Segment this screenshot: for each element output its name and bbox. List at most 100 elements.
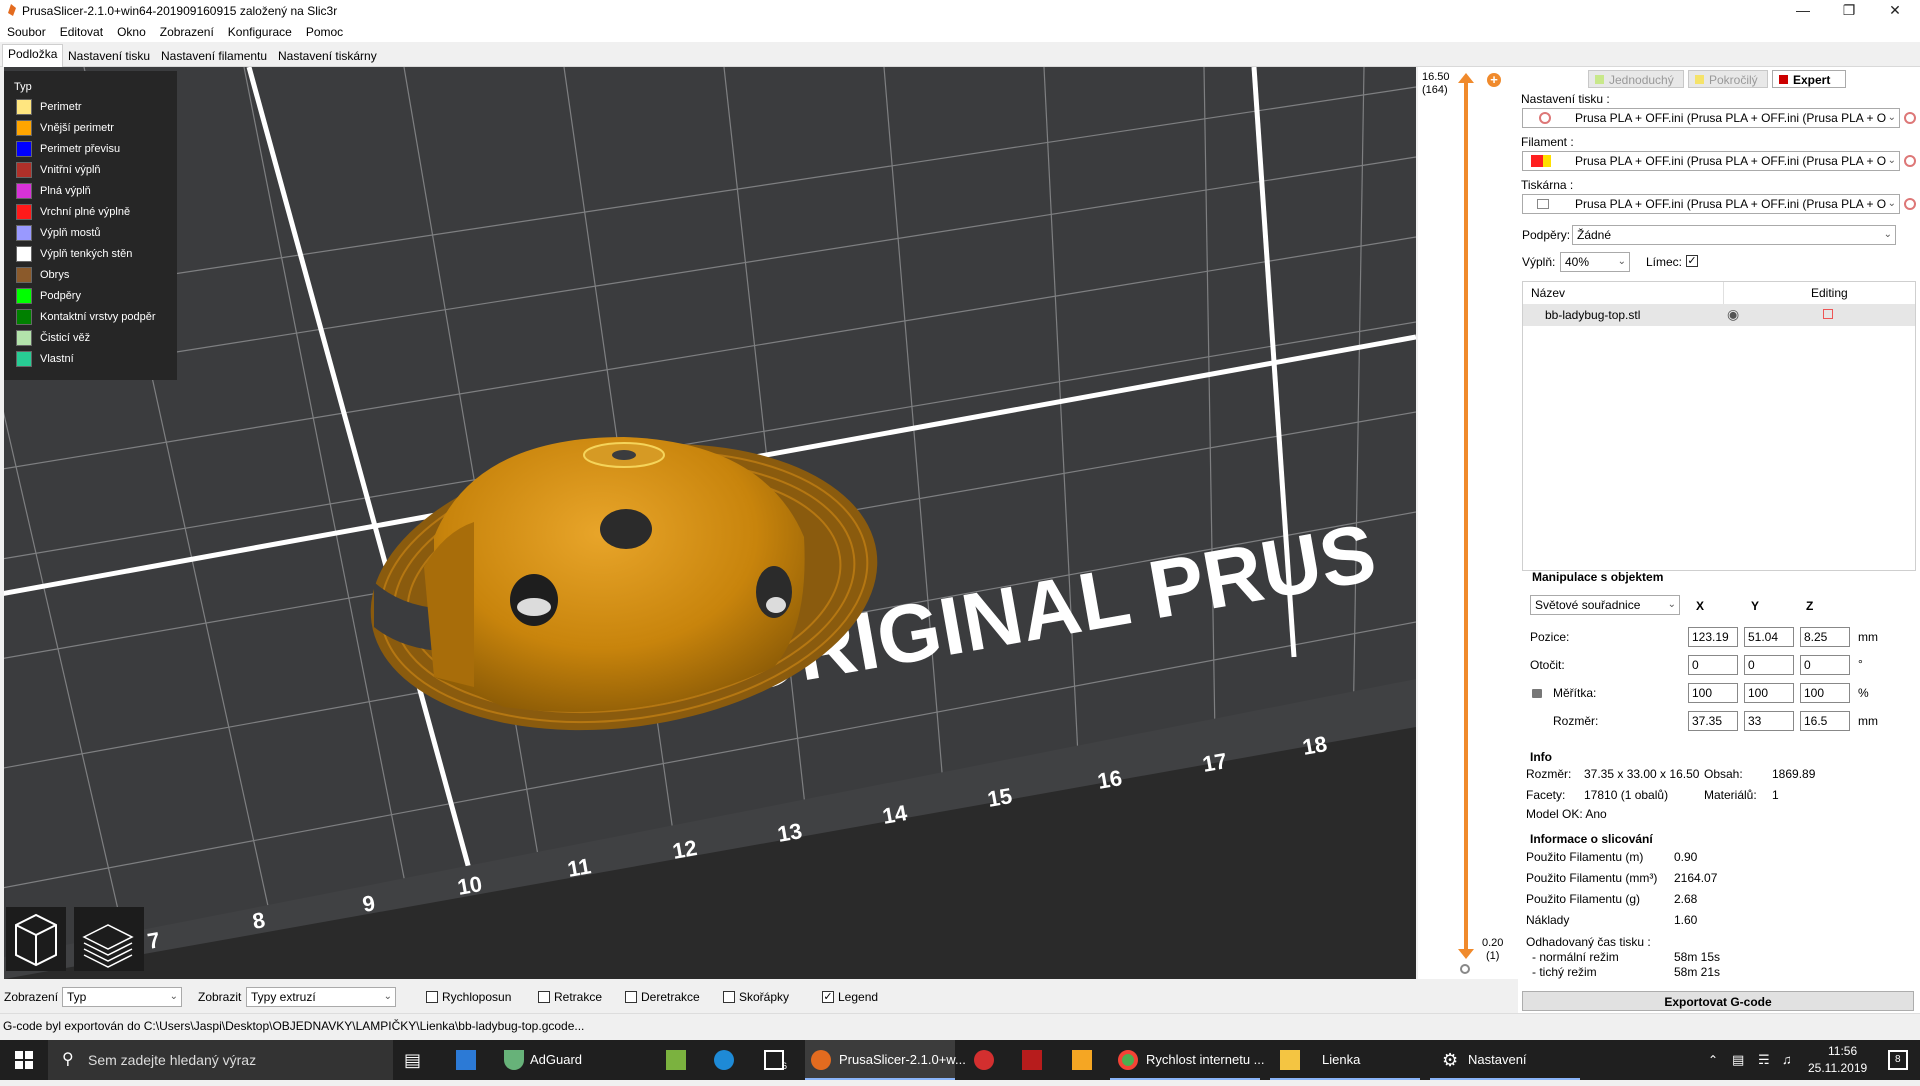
filament-preset-edit-icon[interactable]	[1904, 155, 1916, 167]
size-y-field[interactable]: 33	[1744, 711, 1794, 731]
retractions-checkbox[interactable]	[538, 991, 550, 1003]
position-z-field[interactable]: 8.25	[1800, 627, 1850, 647]
tab-filament-settings[interactable]: Nastavení filamentu	[155, 46, 273, 66]
mode-advanced-button[interactable]: Pokročilý	[1688, 70, 1768, 88]
edit-settings-icon[interactable]	[1823, 309, 1833, 319]
lock-icon[interactable]	[1532, 689, 1542, 698]
legend-swatch	[16, 288, 32, 304]
app-icon[interactable]	[1072, 1050, 1092, 1070]
add-color-change-icon[interactable]: +	[1487, 73, 1501, 87]
position-y-field[interactable]: 51.04	[1744, 627, 1794, 647]
printer-preset-edit-icon[interactable]	[1904, 198, 1916, 210]
tab-plater[interactable]: Podložka	[2, 44, 64, 67]
scale-z-field[interactable]: 100	[1800, 683, 1850, 703]
scale-x-field[interactable]: 100	[1688, 683, 1738, 703]
object-list-header: Název Editing	[1523, 282, 1915, 305]
print-preset-combo[interactable]: Prusa PLA + OFF.ini (Prusa PLA + OFF.ini…	[1522, 108, 1900, 128]
task-view-icon[interactable]: ▤	[404, 1040, 421, 1080]
column-name[interactable]: Název	[1531, 286, 1565, 300]
network-icon[interactable]: ▤	[1732, 1040, 1744, 1080]
supports-combo[interactable]: Žádné ⌄	[1572, 225, 1896, 245]
chrome-icon	[1118, 1050, 1138, 1070]
export-gcode-button[interactable]: Exportovat G-code	[1522, 991, 1914, 1011]
restore-button[interactable]: ❐	[1826, 0, 1872, 22]
app-icon[interactable]	[1022, 1050, 1042, 1070]
size-x-field[interactable]: 37.35	[1688, 711, 1738, 731]
taskbar-app-explorer[interactable]: Lienka	[1270, 1040, 1420, 1080]
slider-settings-icon[interactable]	[1460, 964, 1470, 974]
taskbar-search-box[interactable]: ⚲ Sem zadejte hledaný výraz	[48, 1040, 393, 1080]
layer-slider-top-thumb[interactable]	[1458, 73, 1474, 83]
eye-icon[interactable]: ◉	[1727, 306, 1739, 323]
store-icon[interactable]	[456, 1050, 476, 1070]
position-x-field[interactable]: 123.19	[1688, 627, 1738, 647]
chevron-up-icon[interactable]: ⌃	[1708, 1040, 1718, 1080]
minimize-button[interactable]: —	[1780, 0, 1826, 22]
column-editing[interactable]: Editing	[1811, 286, 1848, 300]
legend-panel: Typ Perimetr Vnější perimetr Perimetr přev…	[4, 71, 177, 380]
wifi-icon[interactable]: ☴	[1758, 1040, 1770, 1080]
shells-checkbox[interactable]	[723, 991, 735, 1003]
filament-color-icon[interactable]	[1531, 155, 1543, 167]
rotation-x-field[interactable]: 0	[1688, 655, 1738, 675]
mode-simple-button[interactable]: Jednoduchý	[1588, 70, 1684, 88]
view-type-combo[interactable]: Typ ⌄	[62, 987, 182, 1007]
info-volume-label: Obsah:	[1704, 767, 1743, 781]
chevron-down-icon: ⌄	[1887, 155, 1896, 166]
view-cube-iso-icon[interactable]	[6, 907, 66, 971]
app-icon[interactable]	[666, 1050, 686, 1070]
start-button[interactable]	[0, 1040, 48, 1080]
rotation-y-field[interactable]: 0	[1744, 655, 1794, 675]
legend-checkbox[interactable]: ✓	[822, 991, 834, 1003]
adguard-icon	[504, 1050, 524, 1070]
taskbar-app-adguard[interactable]: AdGuard	[496, 1040, 641, 1080]
volume-icon[interactable]: ♫	[1782, 1040, 1792, 1080]
silent-mode-label: - tichý režim	[1532, 965, 1597, 979]
preview-toolbar: Zobrazení Typ ⌄ Zobrazit Typy extruzí ⌄ Ry…	[0, 980, 1518, 1013]
layer-slider-track[interactable]	[1464, 77, 1468, 952]
brim-checkbox[interactable]: ✓	[1686, 255, 1698, 267]
infill-combo[interactable]: 40% ⌄	[1560, 252, 1630, 272]
object-list-row[interactable]: bb-ladybug-top.stl ◉	[1523, 304, 1915, 326]
taskbar-app-chrome[interactable]: Rychlost internetu ...	[1110, 1040, 1265, 1080]
filament-used-mm3-label: Použito Filamentu (mm³)	[1526, 871, 1658, 885]
taskbar-app-settings[interactable]: ⚙ Nastavení	[1430, 1040, 1580, 1080]
menu-pomoc[interactable]: Pomoc	[299, 22, 350, 39]
bed-ruler-label: 17	[1201, 748, 1229, 777]
deretractions-checkbox[interactable]	[625, 991, 637, 1003]
filament-preset-combo[interactable]: Prusa PLA + OFF.ini (Prusa PLA + OFF.ini…	[1522, 151, 1900, 171]
slice-info-title: Informace o slicování	[1530, 832, 1653, 846]
mode-expert-button[interactable]: Expert	[1772, 70, 1846, 88]
coordinate-system-combo[interactable]: Světové souřadnice ⌄	[1530, 595, 1680, 615]
notification-center[interactable]: 8	[1878, 1040, 1918, 1080]
printer-preset-combo[interactable]: Prusa PLA + OFF.ini (Prusa PLA + OFF.ini…	[1522, 194, 1900, 214]
info-volume-value: 1869.89	[1772, 767, 1816, 781]
size-z-field[interactable]: 16.5	[1800, 711, 1850, 731]
travel-checkbox[interactable]	[426, 991, 438, 1003]
menu-soubor[interactable]: Soubor	[0, 22, 53, 39]
rotation-z-field[interactable]: 0	[1800, 655, 1850, 675]
close-button[interactable]: ✕	[1872, 0, 1918, 22]
mail-app[interactable]: 6	[760, 1040, 800, 1080]
app-icon[interactable]	[974, 1050, 994, 1070]
print-bed-canvas[interactable]: 7 8 9 10 11 12 13 14 15 16 17 18 ORIGINA…	[4, 67, 1416, 979]
legend-label: Vnější perimetr	[40, 122, 114, 134]
menu-zobrazeni[interactable]: Zobrazení	[153, 22, 221, 39]
supports-value: Žádné	[1577, 228, 1612, 242]
tab-print-settings[interactable]: Nastavení tisku	[62, 46, 156, 66]
filament-preset-value: Prusa PLA + OFF.ini (Prusa PLA + OFF.ini…	[1575, 154, 1887, 168]
edge-icon[interactable]	[714, 1050, 734, 1070]
3d-viewport[interactable]: 7 8 9 10 11 12 13 14 15 16 17 18 ORIGINA…	[4, 67, 1416, 979]
layer-slider-bottom-thumb[interactable]	[1458, 949, 1474, 959]
show-extrusion-combo[interactable]: Typy extruzí ⌄	[246, 987, 396, 1007]
cost-label: Náklady	[1526, 913, 1570, 927]
clock[interactable]: 11:56 25.11.2019	[1800, 1040, 1880, 1080]
view-layers-icon[interactable]	[74, 907, 144, 971]
tab-printer-settings[interactable]: Nastavení tiskárny	[272, 46, 383, 66]
menu-okno[interactable]: Okno	[110, 22, 153, 39]
menu-editovat[interactable]: Editovat	[53, 22, 110, 39]
taskbar-app-prusaslicer[interactable]: PrusaSlicer-2.1.0+w...	[805, 1040, 966, 1080]
scale-y-field[interactable]: 100	[1744, 683, 1794, 703]
menu-konfigurace[interactable]: Konfigurace	[221, 22, 299, 39]
print-preset-edit-icon[interactable]	[1904, 112, 1916, 124]
